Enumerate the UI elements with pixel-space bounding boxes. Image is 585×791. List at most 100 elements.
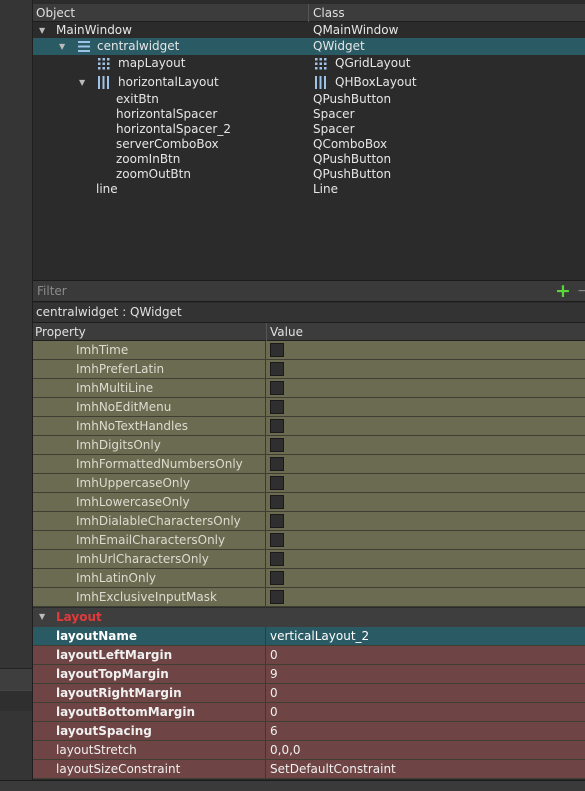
- flag-checkbox[interactable]: [270, 457, 284, 471]
- property-row[interactable]: layoutStretch 0,0,0: [33, 741, 585, 760]
- property-value[interactable]: 0: [270, 646, 278, 664]
- property-name: ImhDigitsOnly: [76, 438, 161, 452]
- collapse-arrow-icon[interactable]: ▼: [59, 38, 65, 55]
- horizontal-layout-icon: [315, 76, 326, 89]
- flag-checkbox[interactable]: [270, 495, 284, 509]
- object-name: horizontalSpacer: [116, 107, 218, 121]
- object-name: horizontalLayout: [118, 75, 219, 89]
- flag-checkbox[interactable]: [270, 419, 284, 433]
- object-name: line: [96, 182, 118, 196]
- flag-checkbox[interactable]: [270, 381, 284, 395]
- property-value[interactable]: 6: [270, 722, 278, 740]
- property-value[interactable]: 0: [270, 703, 278, 721]
- group-label: Layout: [56, 610, 102, 624]
- property-row[interactable]: ImhDigitsOnly: [33, 436, 585, 455]
- tree-row[interactable]: serverComboBox QComboBox: [33, 137, 585, 152]
- property-name: ImhNoEditMenu: [76, 400, 172, 414]
- tree-row[interactable]: ▼ horizontalLayout QHBoxLayout: [33, 75, 585, 90]
- layout-group-header[interactable]: ▼ Layout: [33, 608, 585, 627]
- filter-bar: Filter + −: [33, 280, 585, 302]
- flag-checkbox[interactable]: [270, 476, 284, 490]
- collapse-arrow-icon[interactable]: ▼: [39, 23, 45, 38]
- tree-row[interactable]: horizontalSpacer Spacer: [33, 107, 585, 122]
- property-name: layoutStretch: [56, 743, 137, 757]
- property-row[interactable]: ImhLatinOnly: [33, 569, 585, 588]
- collapse-arrow-icon[interactable]: ▼: [39, 612, 45, 621]
- tree-row[interactable]: horizontalSpacer_2 Spacer: [33, 122, 585, 137]
- property-row[interactable]: ImhMultiLine: [33, 379, 585, 398]
- flag-checkbox[interactable]: [270, 362, 284, 376]
- flag-checkbox[interactable]: [270, 438, 284, 452]
- property-row[interactable]: ImhEmailCharactersOnly: [33, 531, 585, 550]
- flag-checkbox[interactable]: [270, 590, 284, 604]
- property-row[interactable]: layoutTopMargin 9: [33, 665, 585, 684]
- object-name: mapLayout: [118, 56, 186, 70]
- flag-checkbox[interactable]: [270, 552, 284, 566]
- property-name: ImhEmailCharactersOnly: [76, 533, 226, 547]
- object-name: horizontalSpacer_2: [116, 122, 231, 136]
- property-row[interactable]: ImhDialableCharactersOnly: [33, 512, 585, 531]
- column-class[interactable]: Class: [313, 6, 345, 20]
- property-name: layoutName: [56, 629, 137, 643]
- property-row[interactable]: layoutBottomMargin 0: [33, 703, 585, 722]
- property-name: ImhTime: [76, 343, 129, 357]
- flag-checkbox[interactable]: [270, 400, 284, 414]
- property-name: ImhDialableCharactersOnly: [76, 514, 241, 528]
- property-row[interactable]: layoutRightMargin 0: [33, 684, 585, 703]
- property-row[interactable]: ImhNoEditMenu: [33, 398, 585, 417]
- property-name: layoutLeftMargin: [56, 648, 173, 662]
- property-row[interactable]: ImhNoTextHandles: [33, 417, 585, 436]
- property-row[interactable]: layoutSpacing 6: [33, 722, 585, 741]
- tree-row[interactable]: zoomOutBtn QPushButton: [33, 167, 585, 182]
- bottom-scrollbar[interactable]: [0, 780, 585, 791]
- object-inspector-header: Object Class: [33, 4, 585, 22]
- object-name: serverComboBox: [116, 137, 219, 151]
- grid-layout-icon: [98, 58, 110, 70]
- property-row[interactable]: ImhFormattedNumbersOnly: [33, 455, 585, 474]
- column-property[interactable]: Property: [35, 325, 86, 339]
- column-value[interactable]: Value: [270, 325, 303, 339]
- left-strip-segment: [0, 690, 32, 711]
- property-row[interactable]: ImhExclusiveInputMask: [33, 588, 585, 607]
- property-row-selected[interactable]: layoutName verticalLayout_2: [33, 627, 585, 646]
- flag-checkbox[interactable]: [270, 533, 284, 547]
- class-name: QPushButton: [313, 152, 392, 166]
- property-row[interactable]: ImhUppercaseOnly: [33, 474, 585, 493]
- tree-row[interactable]: exitBtn QPushButton: [33, 92, 585, 107]
- flag-checkbox[interactable]: [270, 571, 284, 585]
- class-name: Line: [313, 182, 339, 196]
- property-row[interactable]: ImhPreferLatin: [33, 360, 585, 379]
- property-row[interactable]: ImhUrlCharactersOnly: [33, 550, 585, 569]
- class-name: Spacer: [313, 122, 355, 136]
- collapse-arrow-icon[interactable]: ▼: [79, 75, 85, 90]
- property-value[interactable]: 9: [270, 665, 278, 683]
- add-property-icon[interactable]: +: [555, 281, 571, 301]
- left-strip-segment: [0, 668, 32, 691]
- property-row[interactable]: ImhTime: [33, 341, 585, 360]
- property-value[interactable]: verticalLayout_2: [270, 627, 369, 645]
- remove-property-icon[interactable]: −: [577, 281, 585, 301]
- property-value[interactable]: SetDefaultConstraint: [270, 760, 396, 778]
- filter-input[interactable]: Filter: [37, 284, 67, 298]
- property-row[interactable]: layoutSizeConstraint SetDefaultConstraint: [33, 760, 585, 779]
- tree-row[interactable]: mapLayout QGridLayout: [33, 56, 585, 71]
- tree-row-selected[interactable]: ▼ centralwidget QWidget: [33, 38, 585, 55]
- vertical-layout-icon: [78, 41, 90, 52]
- horizontal-layout-icon: [98, 76, 109, 89]
- column-object[interactable]: Object: [36, 6, 75, 20]
- property-value[interactable]: 0: [270, 684, 278, 702]
- tree-row[interactable]: line Line: [33, 182, 585, 197]
- object-name: zoomInBtn: [116, 152, 181, 166]
- property-row[interactable]: layoutLeftMargin 0: [33, 646, 585, 665]
- property-name: ImhFormattedNumbersOnly: [76, 457, 243, 471]
- tree-row[interactable]: zoomInBtn QPushButton: [33, 152, 585, 167]
- object-title-label: centralwidget : QWidget: [36, 305, 182, 319]
- property-name: layoutBottomMargin: [56, 705, 196, 719]
- flag-checkbox[interactable]: [270, 514, 284, 528]
- flag-checkbox[interactable]: [270, 343, 284, 357]
- property-name: layoutSpacing: [56, 724, 152, 738]
- class-name: QGridLayout: [335, 56, 411, 70]
- tree-row[interactable]: ▼ MainWindow QMainWindow: [33, 23, 585, 38]
- property-value[interactable]: 0,0,0: [270, 741, 301, 759]
- property-row[interactable]: ImhLowercaseOnly: [33, 493, 585, 512]
